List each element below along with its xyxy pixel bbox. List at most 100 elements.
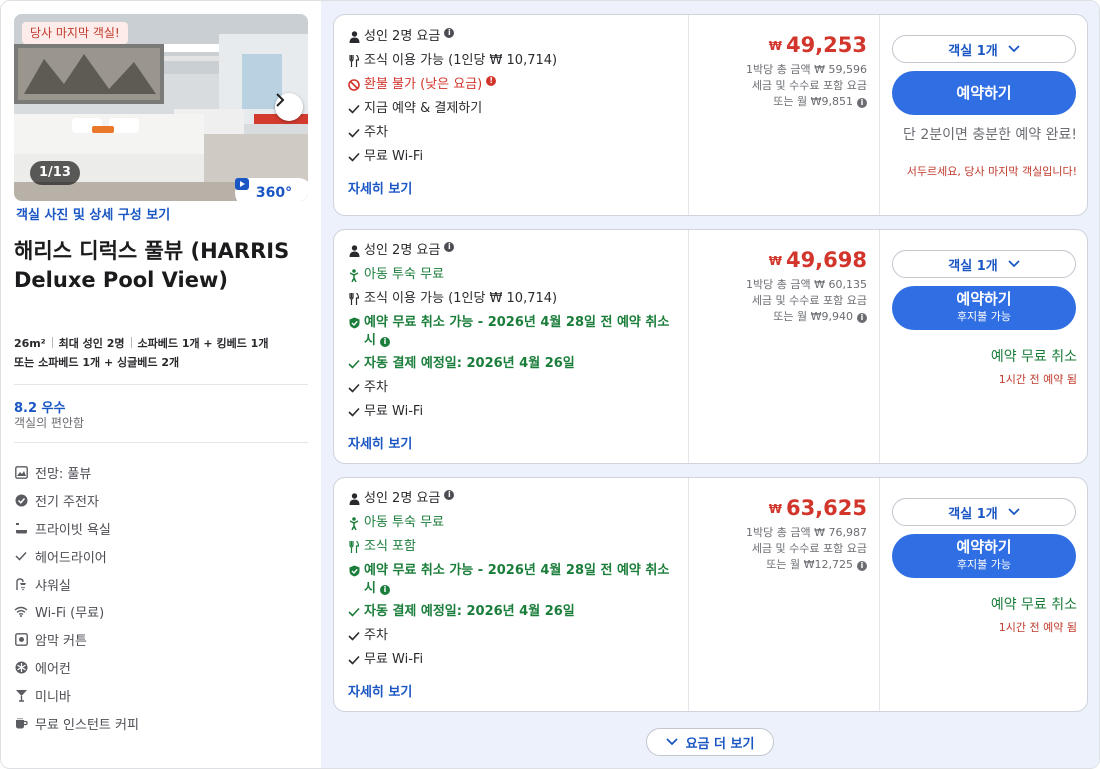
free-cancel-label: 예약 무료 취소 가능 - 2026년 4월 28일 전 예약 취소 시 [364, 563, 670, 596]
rate-features: 성인 2명 요금 i 아동 투숙 무료 조식 이용 가능 (1인당 ₩ 10,71… [334, 230, 688, 463]
rate-card: 성인 2명 요금 i 아동 투숙 무료 조식 포함 예약 무료 취소 가능 - 2… [333, 477, 1088, 712]
cutlery-icon [349, 541, 359, 553]
price-details: 1박당 총 금액 ₩ 76,987 세금 및 수수료 포함 요금 또는 월 ₩1… [746, 525, 867, 573]
recent-booking-note: 1시간 전 예약 됨 [998, 373, 1077, 386]
more-rates-label: 요금 더 보기 [685, 736, 755, 752]
total-price: 1박당 총 금액 ₩ 60,135 [746, 278, 867, 291]
feature-breakfast: 조식 포함 [347, 538, 677, 556]
rate-card: 성인 2명 요금 i 아동 투숙 무료 조식 이용 가능 (1인당 ₩ 10,71… [333, 229, 1088, 464]
details-link[interactable]: 자세히 보기 [348, 681, 412, 700]
rate-actions: 객실 1개 예약하기 후지불 가능 예약 무료 취소 1시간 전 예약 됨 [880, 478, 1089, 711]
kettle-icon [14, 494, 28, 508]
rate-actions: 객실 1개 예약하기 단 2분이면 충분한 예약 완료! 서두르세요, 당사 마… [880, 15, 1089, 215]
price: ₩49,698 [769, 248, 867, 272]
info-icon[interactable]: i [379, 585, 390, 595]
child-icon [349, 516, 359, 530]
check-icon [348, 407, 360, 417]
room-beds-alt: 또는 소파베드 1개 + 싱글베드 2개 [14, 356, 180, 369]
comfort-score-label: 객실의 편안함 [14, 416, 85, 430]
chevron-down-icon [1008, 508, 1020, 516]
last-room-badge: 당사 마지막 객실! [22, 22, 128, 44]
feature-occupancy: 성인 2명 요금 i [347, 490, 677, 508]
check-icon [348, 152, 360, 162]
parking-label: 주차 [364, 628, 388, 643]
reserve-button[interactable]: 예약하기 후지불 가능 [892, 286, 1076, 330]
view-360-button[interactable]: 360° [235, 178, 308, 201]
feature-pay-now: 지금 예약 & 결제하기 [347, 100, 677, 118]
info-icon[interactable]: ! [486, 76, 497, 86]
price-value: 49,698 [785, 248, 867, 272]
room-count-select[interactable]: 객실 1개 [892, 35, 1076, 63]
info-icon[interactable]: i [444, 490, 455, 500]
room-count-label: 객실 1개 [948, 258, 998, 274]
spec-separator [51, 337, 53, 348]
room-count-label: 객실 1개 [948, 43, 998, 59]
room-count-select[interactable]: 객실 1개 [892, 250, 1076, 278]
room-specs: 26m² 최대 성인 2명 소파베드 1개 + 킹베드 1개 또는 소파베드 1개 … [14, 334, 314, 372]
feature-breakfast: 조식 이용 가능 (1인당 ₩ 10,714) [347, 52, 677, 70]
monthly-price: 또는 월 ₩9,940 [773, 310, 853, 323]
info-icon[interactable]: i [379, 337, 390, 347]
feature-parking: 주차 [347, 124, 677, 142]
cutlery-icon [349, 55, 359, 67]
rate-price: ₩63,625 1박당 총 금액 ₩ 76,987 세금 및 수수료 포함 요금… [688, 478, 880, 711]
check-icon [348, 383, 360, 393]
amenity-item: 무료 인스턴트 커피 [14, 709, 139, 737]
total-price: 1박당 총 금액 ₩ 59,596 [746, 63, 867, 76]
amenity-item: 전망: 풀뷰 [14, 459, 139, 487]
child-icon [349, 268, 359, 282]
info-icon[interactable]: i [857, 98, 867, 108]
amenity-label: 프라이빗 욕실 [35, 522, 111, 538]
feature-autopay: 자동 결제 예정일: 2026년 4월 26일 [347, 355, 677, 373]
room-photo[interactable]: 당사 마지막 객실! 1/13 360° [14, 14, 308, 201]
aircon-icon [14, 660, 28, 674]
breakfast-label: 조식 이용 가능 (1인당 ₩ 10,714) [364, 53, 558, 68]
pay-later-label: 후지불 가능 [956, 558, 1012, 571]
currency-symbol: ₩ [768, 502, 782, 516]
feature-parking: 주차 [347, 627, 677, 645]
details-link[interactable]: 자세히 보기 [348, 433, 412, 452]
details-link[interactable]: 자세히 보기 [348, 178, 412, 197]
wifi-icon [14, 605, 28, 619]
reserve-label: 예약하기 [956, 290, 1012, 308]
last-room-warning: 서두르세요, 당사 마지막 객실입니다! [906, 165, 1077, 178]
price: ₩49,253 [769, 33, 867, 57]
info-icon[interactable]: i [857, 561, 867, 571]
feature-free-cancel: 예약 무료 취소 가능 - 2026년 4월 28일 전 예약 취소 시i [347, 562, 677, 598]
check-icon [348, 607, 360, 617]
reserve-button[interactable]: 예약하기 [892, 71, 1076, 115]
check-icon [348, 359, 360, 369]
reserve-button[interactable]: 예약하기 후지불 가능 [892, 534, 1076, 578]
info-icon[interactable]: i [857, 313, 867, 323]
refund-label: 환불 불가 (낮은 요금) [364, 77, 483, 92]
curtain-icon [14, 633, 28, 647]
shield-check-icon [349, 565, 359, 577]
info-icon[interactable]: i [444, 28, 455, 38]
check-icon [348, 655, 360, 665]
room-size: 26m² [14, 337, 46, 350]
photo-counter: 1/13 [30, 161, 80, 185]
occupancy-label: 성인 2명 요금 [364, 243, 441, 258]
amenity-item: 암막 커튼 [14, 626, 139, 654]
amenity-item: Wi-Fi (무료) [14, 598, 139, 626]
breakfast-label: 조식 이용 가능 (1인당 ₩ 10,714) [364, 291, 558, 306]
check-icon [348, 104, 360, 114]
feature-autopay: 자동 결제 예정일: 2026년 4월 26일 [347, 603, 677, 621]
info-icon[interactable]: i [444, 242, 455, 252]
room-photos-link[interactable]: 객실 사진 및 상세 구성 보기 [16, 204, 170, 223]
room-count-select[interactable]: 객실 1개 [892, 498, 1076, 526]
more-rates-button[interactable]: 요금 더 보기 [646, 728, 774, 756]
room-offer-panel: 당사 마지막 객실! 1/13 360° 객실 사진 및 상세 구성 보기 해리… [0, 0, 1100, 769]
next-photo-button[interactable] [275, 93, 303, 121]
minibar-icon [14, 688, 28, 702]
autopay-label: 자동 결제 예정일: 2026년 4월 26일 [364, 356, 575, 371]
feature-kids-free: 아동 투숙 무료 [347, 266, 677, 284]
rate-price: ₩49,698 1박당 총 금액 ₩ 60,135 세금 및 수수료 포함 요금… [688, 230, 880, 463]
reserve-label: 예약하기 [956, 84, 1012, 102]
person-icon [349, 493, 359, 505]
total-price: 1박당 총 금액 ₩ 76,987 [746, 526, 867, 539]
feature-free-cancel: 예약 무료 취소 가능 - 2026년 4월 28일 전 예약 취소 시i [347, 314, 677, 350]
kids-free-label: 아동 투숙 무료 [364, 267, 445, 282]
breakfast-label: 조식 포함 [364, 539, 416, 554]
amenity-item: 미니바 [14, 681, 139, 709]
